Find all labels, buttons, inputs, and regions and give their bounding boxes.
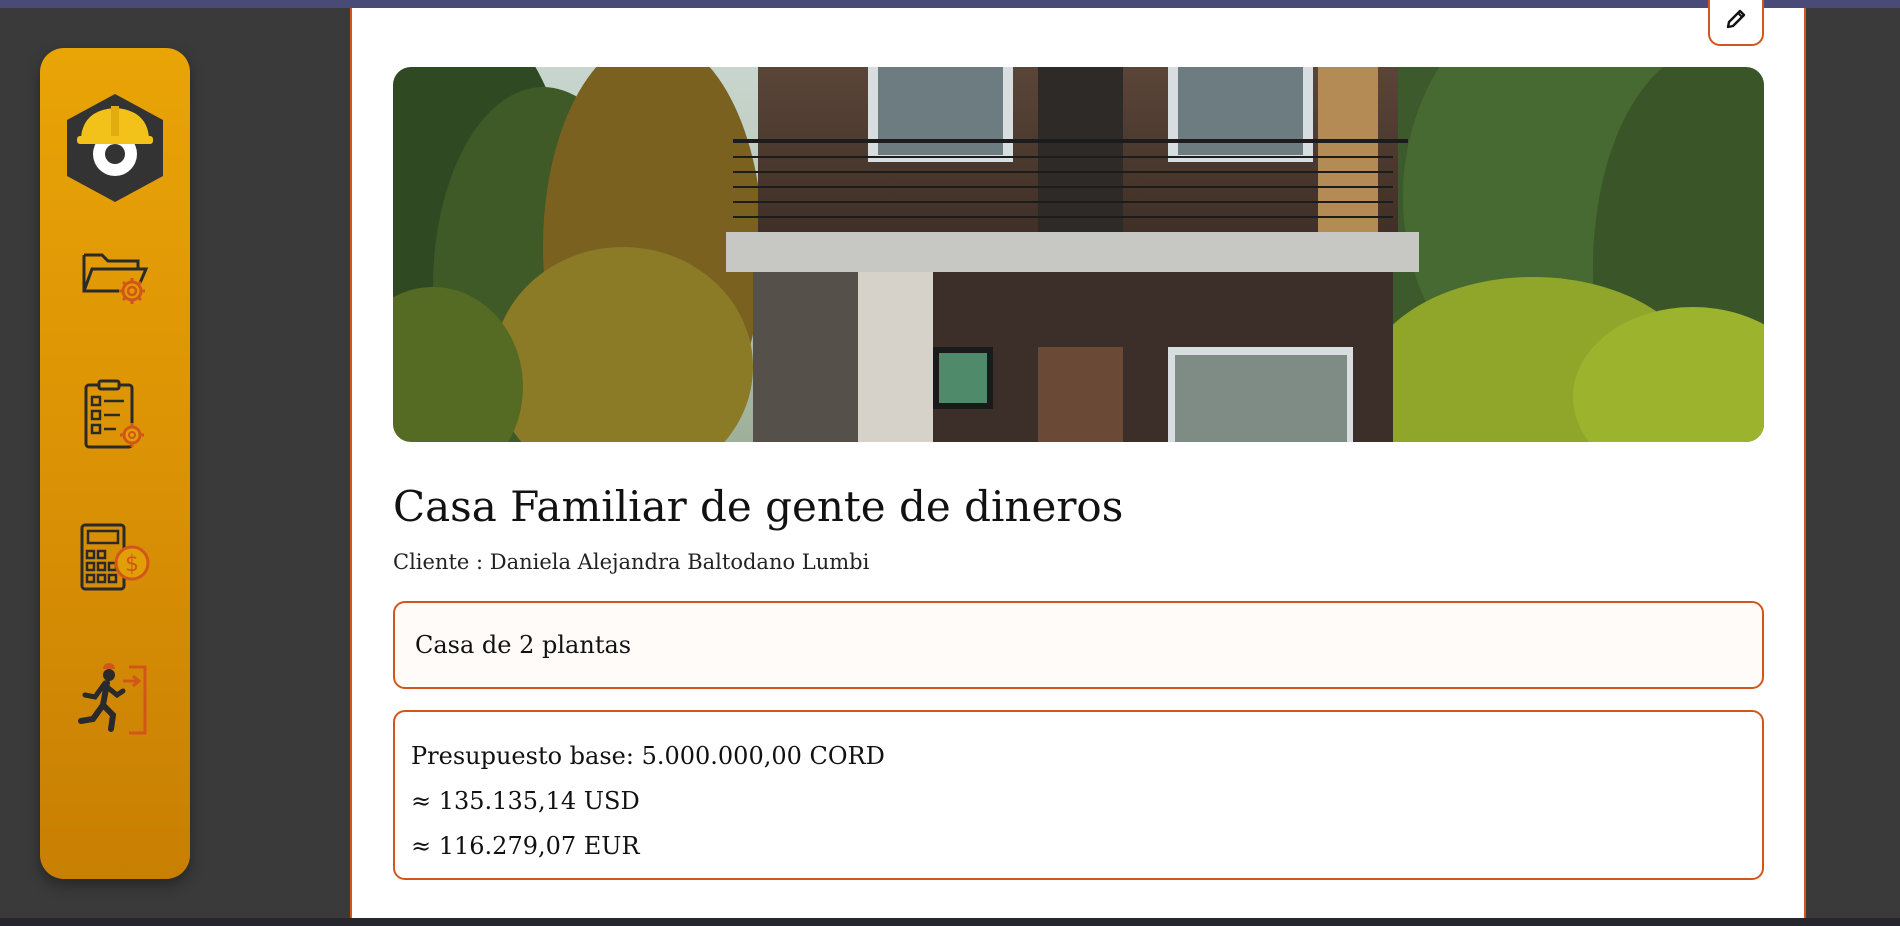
sidebar-logo[interactable]	[40, 88, 190, 208]
project-image	[393, 67, 1764, 442]
sidebar-item-budget[interactable]: $	[40, 518, 190, 598]
folder-gear-icon	[82, 253, 149, 304]
pencil-icon	[1726, 9, 1746, 29]
budget-base: Presupuesto base: 5.000.000,00 CORD	[411, 742, 885, 770]
calculator-dollar-icon: $	[80, 523, 150, 591]
sidebar: $	[40, 48, 190, 879]
budget-usd: ≈ 135.135,14 USD	[411, 787, 640, 815]
budget-card: Presupuesto base: 5.000.000,00 CORD ≈ 13…	[393, 710, 1764, 880]
exit-runner-icon	[78, 663, 147, 735]
sidebar-item-logout[interactable]	[40, 660, 190, 740]
sidebar-item-projects[interactable]	[40, 234, 190, 314]
client-name: Cliente : Daniela Alejandra Baltodano Lu…	[393, 550, 870, 574]
window-top-bar	[0, 0, 1900, 8]
edit-button[interactable]	[1708, 0, 1764, 46]
clipboard-gear-icon	[84, 379, 144, 449]
description-text: Casa de 2 plantas	[415, 631, 632, 659]
window-bottom-bar	[0, 918, 1900, 926]
svg-text:$: $	[125, 552, 139, 577]
project-description: Casa de 2 plantas	[393, 601, 1764, 689]
sidebar-item-tasks[interactable]	[40, 376, 190, 456]
project-title: Casa Familiar de gente de dineros	[393, 482, 1124, 531]
house-photo	[393, 67, 1764, 442]
budget-eur: ≈ 116.279,07 EUR	[411, 832, 640, 860]
hardhat-logo-icon	[67, 94, 163, 202]
